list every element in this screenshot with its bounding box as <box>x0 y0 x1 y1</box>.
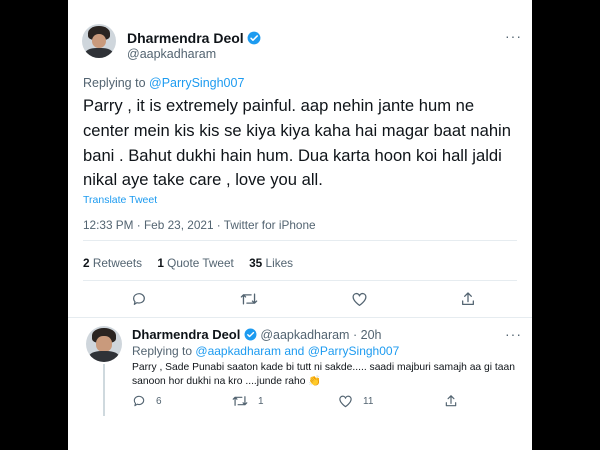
tweet-text: Parry , it is extremely painful. aap neh… <box>83 96 511 190</box>
retweet-icon[interactable] <box>232 394 248 408</box>
author-name-row[interactable]: Dharmendra Deol <box>127 30 261 46</box>
separator-dot: · <box>352 328 358 342</box>
replying-to-and: and <box>284 344 305 358</box>
tweet-card: Dharmendra Deol @aapkadharam ··· Replyin… <box>68 0 532 450</box>
reply-retweet-action[interactable]: 1 <box>232 394 264 408</box>
reply-share-action[interactable] <box>444 394 458 408</box>
reply-text: Parry , Sade Punabi saaton kade bi tutt … <box>132 362 515 387</box>
author-name[interactable]: Dharmendra Deol <box>127 30 244 46</box>
reply-author-handle[interactable]: @aapkadharam <box>260 328 349 342</box>
more-icon[interactable]: ··· <box>505 326 522 342</box>
share-icon[interactable] <box>460 291 476 307</box>
retweet-count: 1 <box>258 395 264 407</box>
reply-icon[interactable] <box>132 394 146 408</box>
replying-to: Replying to @ParrySingh007 <box>83 76 244 90</box>
translate-tweet-link[interactable]: Translate Tweet <box>83 194 157 206</box>
tweet-timestamp[interactable]: 12:33 PM · Feb 23, 2021 · Twitter for iP… <box>83 218 316 232</box>
reply-reply-action[interactable]: 6 <box>132 394 162 408</box>
verified-badge-icon <box>244 328 257 341</box>
likes-stat[interactable]: 35 Likes <box>249 256 293 270</box>
replying-to-prefix: Replying to <box>132 344 193 358</box>
reply-icon[interactable] <box>131 291 147 307</box>
reply-author-name[interactable]: Dharmendra Deol <box>132 327 240 342</box>
avatar[interactable] <box>86 326 122 362</box>
reply-replying-to: Replying to @aapkadharam and @ParrySingh… <box>132 344 399 358</box>
tweet-stats: 2 Retweets 1 Quote Tweet 35 Likes <box>83 256 305 270</box>
replying-to-link[interactable]: @ParrySingh007 <box>308 344 400 358</box>
like-icon[interactable] <box>351 291 368 307</box>
author-handle[interactable]: @aapkadharam <box>127 47 216 61</box>
more-icon[interactable]: ··· <box>505 28 522 44</box>
retweet-icon[interactable] <box>240 291 258 307</box>
reply-author-row: Dharmendra Deol @aapkadharam · 20h <box>132 327 381 342</box>
like-count: 11 <box>363 395 374 407</box>
thread-line <box>103 364 105 416</box>
verified-badge-icon <box>248 31 261 45</box>
like-icon[interactable] <box>338 394 353 408</box>
reply-count: 6 <box>156 395 162 407</box>
replying-to-link[interactable]: @ParrySingh007 <box>149 76 244 90</box>
quotes-stat[interactable]: 1 Quote Tweet <box>157 256 234 270</box>
reply-age[interactable]: 20h <box>361 328 382 342</box>
replying-to-prefix: Replying to <box>83 76 146 90</box>
retweets-stat[interactable]: 2 Retweets <box>83 256 142 270</box>
divider <box>68 317 532 318</box>
divider <box>83 280 517 281</box>
reply-like-action[interactable]: 11 <box>338 394 373 408</box>
avatar[interactable] <box>82 24 116 58</box>
share-icon[interactable] <box>444 394 458 408</box>
divider <box>83 240 517 241</box>
replying-to-link[interactable]: @aapkadharam <box>195 344 281 358</box>
